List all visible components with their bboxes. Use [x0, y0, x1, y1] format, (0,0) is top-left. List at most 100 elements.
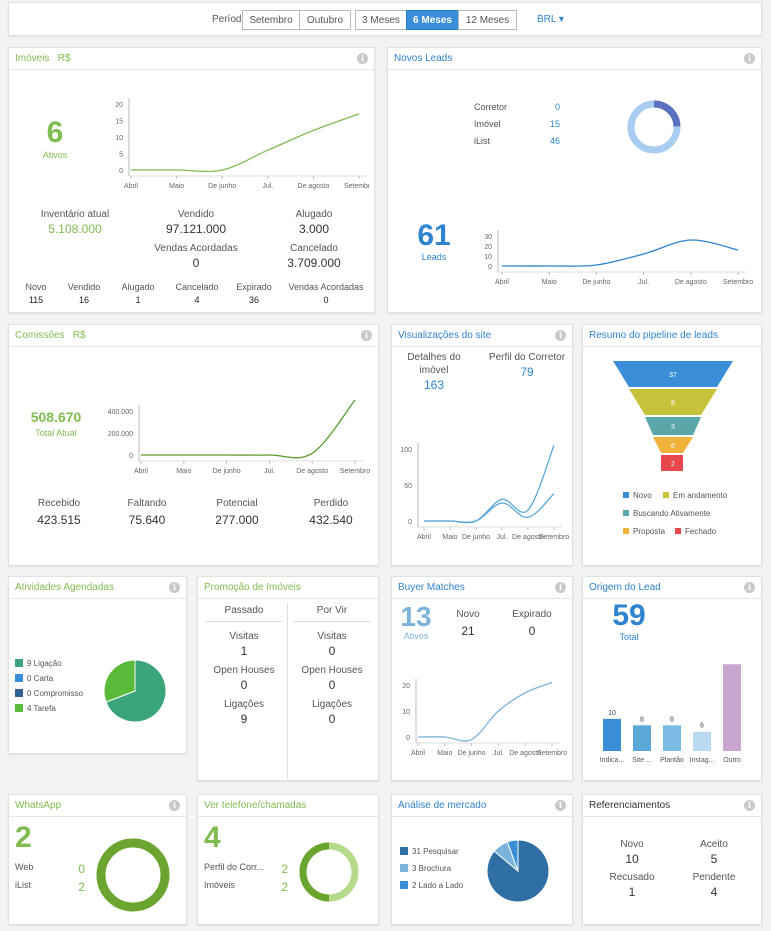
legend-swatch [675, 528, 681, 534]
card-title: Origem do Lead [589, 582, 661, 593]
y-tick-label: 15 [115, 119, 123, 126]
active-count: 6 [46, 116, 64, 149]
stat-expirado: Expirado 0 [502, 609, 562, 638]
lead-source-label: Imóvel [474, 119, 501, 129]
info-icon[interactable]: i [555, 330, 566, 341]
ring-segment [299, 842, 330, 902]
activities-pie-chart [103, 659, 167, 723]
x-tick-label: Jul. [638, 279, 649, 286]
stat-value: 4 [710, 885, 718, 899]
bar-1 [633, 725, 651, 751]
stat-value: 5.108.000 [48, 222, 102, 236]
phone-ring-chart [299, 842, 359, 902]
legend-swatch [15, 689, 23, 697]
card-referenciamentos: Referenciamentos i Novo 10 Aceito 5 Recu… [582, 794, 762, 925]
legend-swatch [400, 847, 408, 855]
info-icon[interactable]: i [357, 53, 368, 64]
x-tick-label: Maio [437, 750, 452, 757]
info-icon[interactable]: i [555, 800, 566, 811]
bottom-stat-label: Expirado [236, 282, 272, 292]
period-button-6-meses[interactable]: 6 Meses [406, 10, 459, 30]
market-legend: 31 Pesquisar 3 Brochura 2 Lado a Lado [400, 847, 486, 898]
info-icon[interactable]: i [169, 582, 180, 593]
legend-swatch [623, 510, 629, 516]
x-tick-label: Setembro [723, 279, 753, 286]
funnel-value-label: 6 [671, 443, 675, 450]
info-icon[interactable]: i [169, 800, 180, 811]
bottom-stat-value: 0 [323, 295, 329, 305]
commission-total: 508.670 [30, 409, 82, 425]
card-telefone: Ver telefone/chamadas 4 Perfil do Corr..… [197, 794, 379, 925]
y-tick-label: 20 [402, 683, 410, 690]
lead-source-value: 46 [549, 136, 560, 146]
stat-cancelado: Cancelado 3.709.000 [264, 243, 364, 270]
y-tick-label: 20 [115, 102, 123, 109]
info-icon[interactable]: i [744, 800, 755, 811]
legend-swatch [623, 528, 629, 534]
period-button-12-meses[interactable]: 12 Meses [458, 10, 517, 30]
promo-stat: Visitas 1 [202, 631, 286, 658]
card-origem: Origem do Lead i 59 Total 10 Indica... 8 Si… [582, 576, 762, 781]
bar-category-label: Instag... [690, 757, 715, 764]
stat-detalhes-imovel: Detalhes do imóvel 163 [400, 351, 468, 392]
period-button-3-meses[interactable]: 3 Meses [355, 10, 407, 30]
y-tick-label: 50 [404, 483, 412, 490]
activity-legend-item: 4 Tarefa [15, 704, 105, 719]
legend-label: 0 Compromisso [27, 689, 84, 698]
card-buyer-matches: Buyer Matches i 13 Ativos Novo 21 Expira… [391, 576, 573, 781]
legend-swatch [15, 659, 23, 667]
commission-stat: Perdido 432.540 [291, 498, 371, 527]
legend-label: 2 Lado a Lado [412, 881, 464, 890]
period-button-setembro[interactable]: Setembro [242, 10, 300, 30]
bar-value-label: 27 [728, 661, 736, 662]
stat-label: Pendente [692, 872, 736, 883]
stat-value: 277.000 [215, 513, 259, 527]
promo-stat: Ligações 0 [290, 699, 374, 726]
promo-column-passado: Passado Visitas 1 Open Houses 0 Ligações 9 [202, 605, 286, 726]
legend-label: 0 Carta [27, 674, 54, 683]
x-tick-label: De agosto [297, 183, 329, 190]
stat-label: Visitas [317, 631, 347, 642]
stat-recusado: Recusado 1 [601, 872, 663, 899]
info-icon[interactable]: i [555, 582, 566, 593]
card-title: Buyer Matches [398, 582, 465, 593]
funnel-value-label: 2 [671, 461, 675, 468]
stat-label: Visitas [229, 631, 259, 642]
stat-label: Open Houses [301, 665, 363, 676]
ring-row: Perfil do Corr... 2 [204, 862, 288, 880]
market-legend-item: 31 Pesquisar [400, 847, 486, 864]
bar-category-label: Plantão [660, 757, 684, 764]
info-icon[interactable]: i [361, 330, 372, 341]
commission-line-chart: 400.000 200.000 0 Abril Maio De junho Jul. De a… [108, 399, 370, 475]
y-tick-label: 10 [484, 254, 492, 261]
legend-swatch [15, 674, 23, 682]
market-legend-item: 2 Lado a Lado [400, 881, 486, 898]
ring-row: iList 2 [15, 880, 85, 898]
ring-row: Imóveis 2 [204, 880, 288, 898]
x-tick-label: De agosto [296, 468, 328, 475]
pipeline-legend-item: Proposta [623, 527, 665, 536]
bottom-stat-value: 36 [248, 295, 259, 305]
whatsapp-count: 2 [15, 821, 32, 854]
phone-count: 4 [204, 821, 221, 854]
x-tick-label: Abril [411, 750, 425, 757]
legend-label: Buscando Ativamente [633, 509, 711, 518]
stat-label: Vendas Acordadas [154, 243, 238, 254]
bottom-stat-label: Vendido [67, 282, 101, 292]
activity-legend-item: 9 Ligação [15, 659, 105, 674]
legend-swatch [15, 704, 23, 712]
period-button-outubro[interactable]: Outubro [299, 10, 351, 30]
stat-label: Expirado [512, 609, 552, 620]
y-tick-label: 400.000 [108, 409, 133, 416]
period-toolbar: Período: Setembro Outubro 3 Meses 6 Mese… [8, 2, 762, 36]
info-icon[interactable]: i [744, 582, 755, 593]
bar-0 [603, 718, 621, 751]
lead-source-value: 15 [549, 119, 560, 129]
stat-value: 3.709.000 [287, 256, 341, 270]
donut-segment [653, 100, 681, 127]
x-tick-label: Setembro [340, 468, 370, 475]
info-icon[interactable]: i [744, 53, 755, 64]
bar-category-label: Indica... [600, 757, 625, 764]
currency-dropdown[interactable]: BRL ▾ [537, 14, 564, 25]
imoveis-line-chart: 20 15 10 5 0 Abril Maio De junho Jul. De agosto Se… [115, 98, 369, 190]
